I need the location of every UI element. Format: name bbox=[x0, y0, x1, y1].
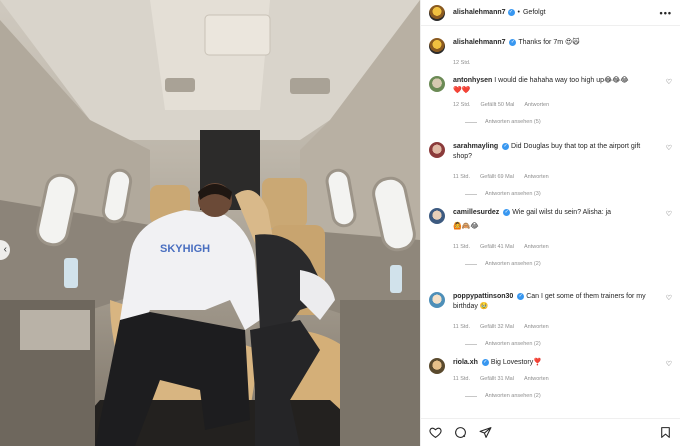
sweater-print: SKYHIGH bbox=[160, 243, 210, 255]
comment-likes[interactable]: Gefällt 32 Mal bbox=[480, 322, 514, 332]
comment-extra: 🙆🙈😂 bbox=[453, 223, 479, 230]
comment-time: 11 Std. bbox=[453, 244, 471, 250]
comment-item: sarahmayling ✓ Did Douglas buy that top … bbox=[429, 142, 672, 197]
caption-text: Thanks for 7m 😍🙀 bbox=[518, 39, 580, 46]
comments-panel: alishalehmann7 ✓ • Gefolgt ••• alishaleh… bbox=[420, 0, 680, 446]
post-header: alishalehmann7 ✓ • Gefolgt ••• bbox=[421, 0, 680, 26]
jet-cabin-image: SKYHIGH bbox=[0, 0, 420, 446]
comment-time: 11 Std. bbox=[453, 376, 471, 382]
like-comment-icon[interactable]: ♡ bbox=[666, 78, 672, 86]
comment-username[interactable]: riola.xh bbox=[453, 359, 478, 366]
reply-button[interactable]: Antworten bbox=[524, 322, 549, 332]
comment-username[interactable]: poppypattinson30 bbox=[453, 293, 513, 300]
comment-time: 11 Std. bbox=[453, 174, 471, 180]
reply-button[interactable]: Antworten bbox=[524, 242, 549, 252]
more-icon[interactable]: ••• bbox=[660, 8, 672, 18]
separator-dot: • bbox=[517, 9, 520, 16]
view-replies-button[interactable]: Antworten ansehen (3) bbox=[465, 191, 672, 197]
view-replies-button[interactable]: Antworten ansehen (2) bbox=[465, 393, 672, 399]
heart-icon[interactable] bbox=[429, 426, 442, 439]
verified-icon: ✓ bbox=[502, 142, 510, 150]
post-caption: alishalehmann7 ✓ Thanks for 7m 😍🙀 12 Std… bbox=[429, 38, 672, 68]
commenter-avatar[interactable] bbox=[429, 142, 445, 158]
view-replies-button[interactable]: Antworten ansehen (5) bbox=[465, 119, 672, 125]
post-photo[interactable]: SKYHIGH ‹ bbox=[0, 0, 420, 446]
like-comment-icon[interactable]: ♡ bbox=[666, 360, 672, 368]
verified-icon: ✓ bbox=[507, 9, 515, 16]
comment-text: I would die hahaha way too high up😂😂😂 bbox=[494, 77, 629, 84]
comment-likes[interactable]: Gefällt 31 Mal bbox=[480, 374, 514, 384]
like-comment-icon[interactable]: ♡ bbox=[666, 144, 672, 152]
author-username[interactable]: alishalehmann7 bbox=[453, 9, 506, 16]
comment-text: Big Lovestory❣️ bbox=[490, 359, 542, 366]
commenter-avatar[interactable] bbox=[429, 292, 445, 308]
comment-username[interactable]: antonhysen bbox=[453, 77, 492, 84]
like-comment-icon[interactable]: ♡ bbox=[666, 294, 672, 302]
reply-button[interactable]: Antworten bbox=[524, 100, 549, 110]
comment-likes[interactable]: Gefällt 69 Mal bbox=[480, 172, 514, 182]
view-replies-button[interactable]: Antworten ansehen (2) bbox=[465, 341, 672, 347]
bookmark-icon[interactable] bbox=[659, 426, 672, 439]
comment-time: 11 Std. bbox=[453, 324, 471, 330]
share-icon[interactable] bbox=[479, 426, 492, 439]
reply-button[interactable]: Antworten bbox=[524, 172, 549, 182]
comment-item: riola.xh ✓ Big Lovestory❣️ 11 Std. Gefäl… bbox=[429, 358, 672, 399]
comment-extra: ❤️❤️ bbox=[453, 87, 471, 94]
caption-time: 12 Std. bbox=[453, 60, 471, 66]
comment-text: Wie gail wilst du sein? Alisha: ja bbox=[512, 209, 612, 216]
reply-button[interactable]: Antworten bbox=[524, 374, 549, 384]
comment-item: antonhysen I would die hahaha way too hi… bbox=[429, 76, 672, 125]
verified-icon: ✓ bbox=[481, 358, 489, 366]
action-bar bbox=[421, 418, 680, 446]
follow-status-button[interactable]: Gefolgt bbox=[523, 9, 546, 16]
comment-item: poppypattinson30 ✓ Can I get some of the… bbox=[429, 292, 672, 347]
comment-list: alishalehmann7 ✓ Thanks for 7m 😍🙀 12 Std… bbox=[421, 30, 680, 414]
comment-icon[interactable] bbox=[454, 426, 467, 439]
comment-item: camillesurdez ✓ Wie gail wilst du sein? … bbox=[429, 208, 672, 267]
verified-icon: ✓ bbox=[503, 208, 511, 216]
caption-username[interactable]: alishalehmann7 bbox=[453, 39, 506, 46]
comment-username[interactable]: camillesurdez bbox=[453, 209, 499, 216]
commenter-avatar[interactable] bbox=[429, 358, 445, 374]
comment-time: 12 Std. bbox=[453, 102, 471, 108]
author-avatar[interactable] bbox=[429, 4, 445, 21]
comment-likes[interactable]: Gefällt 41 Mal bbox=[480, 242, 514, 252]
comment-likes[interactable]: Gefällt 50 Mal bbox=[480, 100, 514, 110]
commenter-avatar[interactable] bbox=[429, 76, 445, 92]
commenter-avatar[interactable] bbox=[429, 208, 445, 224]
verified-icon: ✓ bbox=[509, 38, 517, 46]
comment-username[interactable]: sarahmayling bbox=[453, 143, 498, 150]
view-replies-button[interactable]: Antworten ansehen (2) bbox=[465, 261, 672, 267]
like-comment-icon[interactable]: ♡ bbox=[666, 210, 672, 218]
caption-avatar[interactable] bbox=[429, 38, 445, 54]
verified-icon: ✓ bbox=[517, 292, 525, 300]
